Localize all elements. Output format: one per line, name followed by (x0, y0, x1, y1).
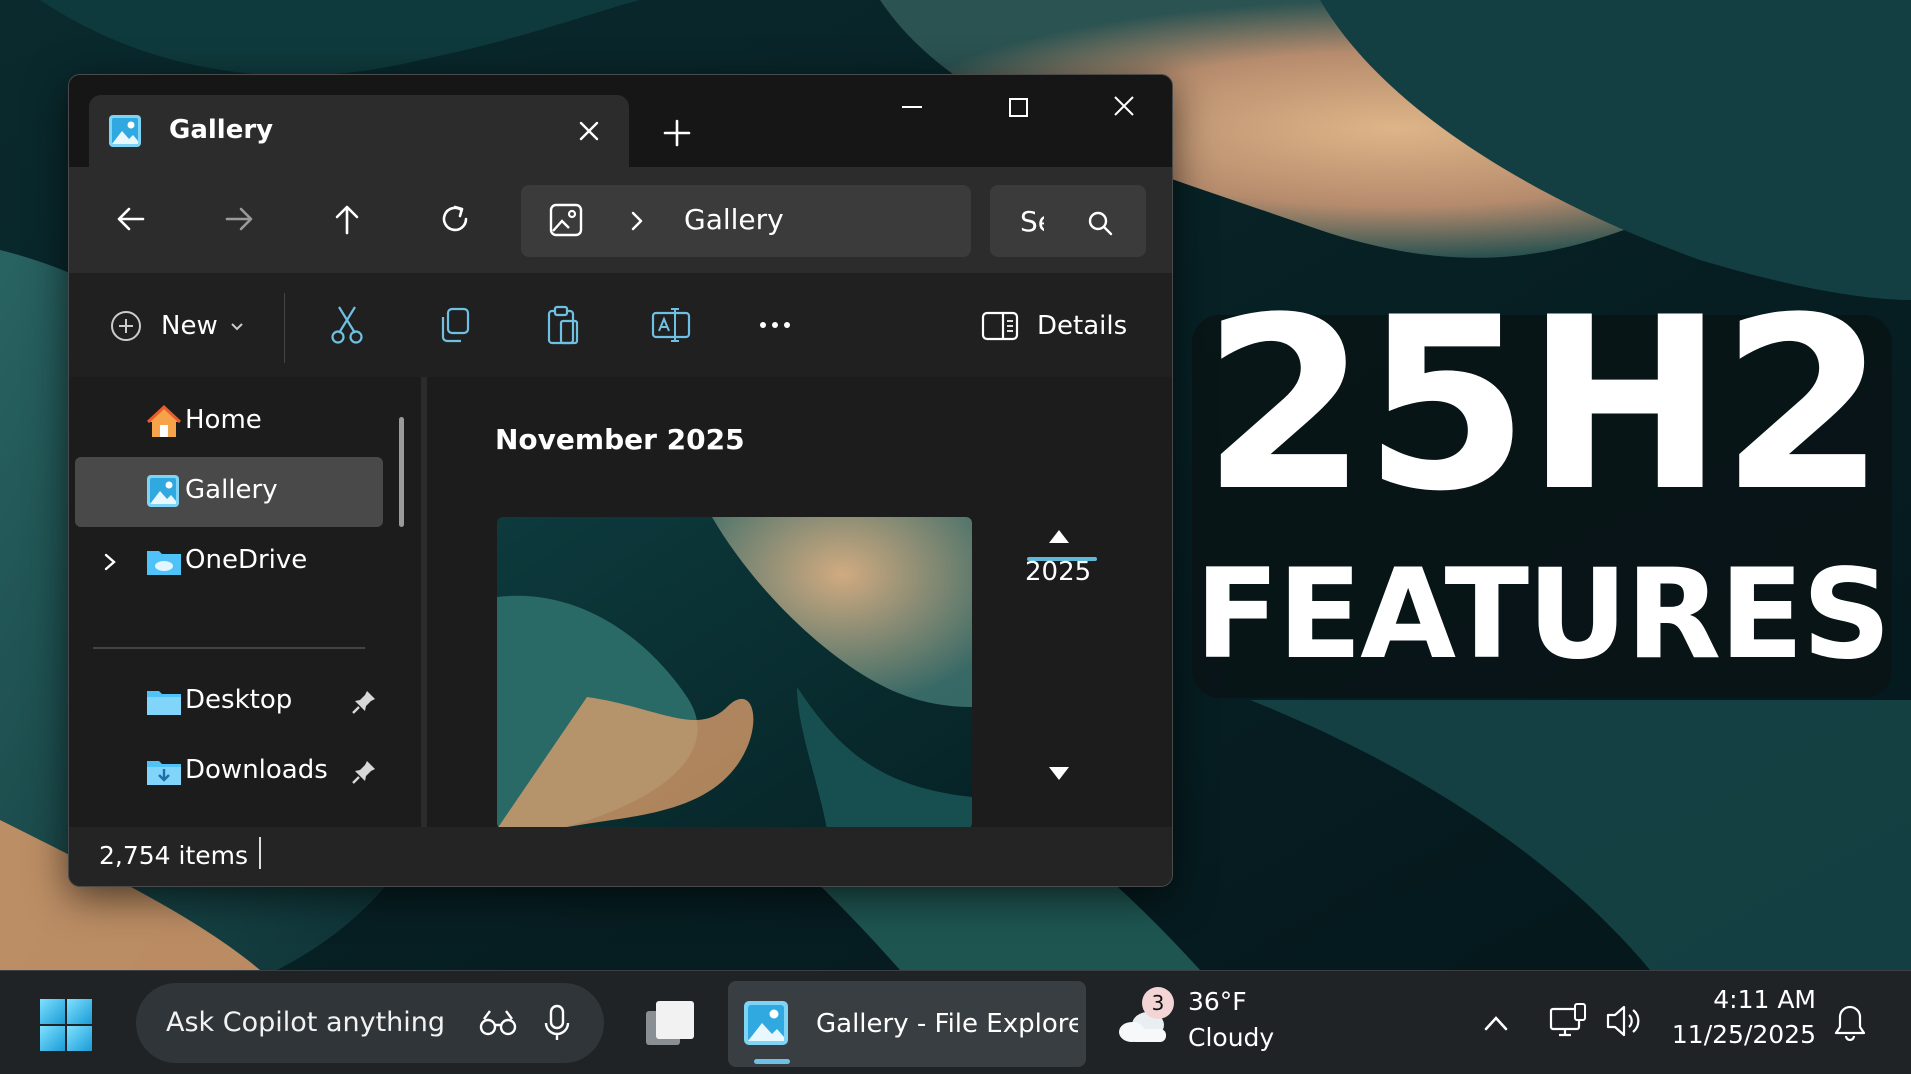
navigation-pane: Home Gallery OneDrive Desktop Downloads (69, 377, 421, 827)
status-bar: 2,754 items (69, 827, 1172, 886)
pin-icon[interactable] (351, 759, 377, 785)
search-box[interactable] (990, 185, 1146, 257)
gallery-content: November 2025 2025 (427, 377, 1172, 829)
feature-banner: 25H2 FEATURES (1192, 287, 1892, 698)
gallery-icon (109, 115, 141, 147)
gallery-icon (147, 475, 179, 507)
sidebar-item-desktop[interactable]: Desktop (75, 667, 383, 737)
chevron-right-icon[interactable] (99, 551, 121, 573)
new-button-label: New (161, 311, 218, 341)
downloads-folder-icon (147, 761, 181, 785)
weather-widget[interactable]: 3 36°F Cloudy (1116, 985, 1296, 1061)
clock-date: 11/25/2025 (1671, 1020, 1816, 1049)
gallery-thumbnail[interactable] (497, 517, 972, 829)
navigation-bar: Gallery (69, 167, 1172, 274)
cut-icon[interactable] (325, 303, 369, 347)
more-options-icon[interactable] (753, 303, 797, 347)
taskbar-app-file-explorer[interactable]: Gallery - File Explorer (728, 981, 1086, 1067)
sidebar-item-label: Gallery (185, 475, 278, 505)
sidebar-item-onedrive[interactable]: OneDrive (75, 527, 383, 597)
gallery-outline-icon (549, 203, 583, 237)
sidebar-item-downloads[interactable]: Downloads (75, 737, 383, 807)
plus-circle-icon (111, 311, 141, 341)
sidebar-scrollbar[interactable] (399, 417, 404, 527)
notification-bell-icon[interactable] (1834, 1003, 1866, 1041)
search-icon[interactable] (1086, 209, 1114, 237)
back-arrow-icon[interactable] (109, 197, 153, 241)
title-bar: Gallery (69, 75, 1172, 167)
copilot-placeholder: Ask Copilot anything (166, 1007, 446, 1038)
close-window-icon[interactable] (1099, 89, 1149, 125)
network-icon[interactable] (1548, 1001, 1588, 1041)
copilot-vision-icon[interactable] (478, 1007, 518, 1039)
paste-icon[interactable] (541, 303, 585, 347)
weather-condition: Cloudy (1188, 1023, 1275, 1052)
pin-icon[interactable] (351, 689, 377, 715)
gallery-icon (744, 1001, 788, 1045)
folder-icon (147, 691, 181, 715)
breadcrumb-gallery[interactable]: Gallery (684, 203, 784, 236)
new-button[interactable]: New (99, 301, 249, 351)
tab-gallery[interactable]: Gallery (89, 95, 629, 167)
address-bar[interactable]: Gallery (521, 185, 971, 257)
weather-temperature: 36°F (1188, 987, 1247, 1016)
status-separator (259, 837, 261, 869)
banner-subtitle: FEATURES (1194, 543, 1892, 687)
taskbar: Ask Copilot anything Gallery - File Expl… (0, 970, 1911, 1074)
search-input[interactable] (1020, 203, 1044, 239)
chevron-down-icon (231, 323, 243, 331)
month-group-title: November 2025 (495, 423, 745, 456)
home-icon (146, 404, 182, 437)
chevron-up-icon[interactable] (1482, 1011, 1510, 1035)
copilot-search-box[interactable]: Ask Copilot anything (136, 983, 604, 1063)
copy-icon[interactable] (433, 303, 477, 347)
file-explorer-window: Gallery Gallery Search Gallery New Detai… (68, 74, 1173, 887)
sidebar-item-home[interactable]: Home (75, 387, 383, 457)
cloud-folder-icon (147, 551, 181, 575)
command-separator (284, 293, 285, 363)
rename-icon[interactable] (649, 303, 693, 347)
task-view-icon[interactable] (642, 997, 698, 1053)
item-count: 2,754 items (99, 841, 249, 870)
up-arrow-icon[interactable] (325, 197, 369, 241)
tab-title: Gallery (169, 115, 274, 145)
windows-start-icon[interactable] (38, 997, 94, 1053)
forward-arrow-icon[interactable] (217, 197, 261, 241)
chevron-right-icon[interactable] (625, 209, 649, 233)
running-indicator (754, 1059, 790, 1064)
timeline-year[interactable]: 2025 (1025, 557, 1091, 587)
sidebar-item-gallery[interactable]: Gallery (75, 457, 383, 527)
command-bar: New Details (69, 273, 1172, 378)
volume-icon[interactable] (1604, 1003, 1644, 1039)
scroll-up-icon[interactable] (1047, 527, 1071, 545)
clock[interactable]: 4:11 AM 11/25/2025 (1660, 985, 1816, 1061)
minimize-icon[interactable] (887, 89, 937, 125)
new-tab-icon[interactable] (657, 113, 697, 153)
banner-title: 25H2 (1202, 267, 1886, 544)
details-pane-icon (981, 311, 1019, 341)
scroll-down-icon[interactable] (1047, 765, 1071, 783)
sidebar-divider (93, 647, 365, 649)
sidebar-item-label: Desktop (185, 685, 293, 715)
details-button-label: Details (1037, 311, 1128, 341)
sidebar-item-label: Downloads (185, 755, 328, 785)
maximize-icon[interactable] (993, 89, 1043, 125)
refresh-icon[interactable] (433, 197, 477, 241)
notification-badge: 3 (1142, 987, 1174, 1019)
clock-time: 4:11 AM (1713, 985, 1816, 1014)
sidebar-item-label: OneDrive (185, 545, 308, 575)
details-button[interactable]: Details (981, 301, 1141, 351)
close-tab-icon[interactable] (569, 111, 609, 151)
microphone-icon[interactable] (542, 1003, 572, 1043)
taskbar-app-label: Gallery - File Explorer (816, 1009, 1078, 1039)
sidebar-item-label: Home (185, 405, 262, 435)
